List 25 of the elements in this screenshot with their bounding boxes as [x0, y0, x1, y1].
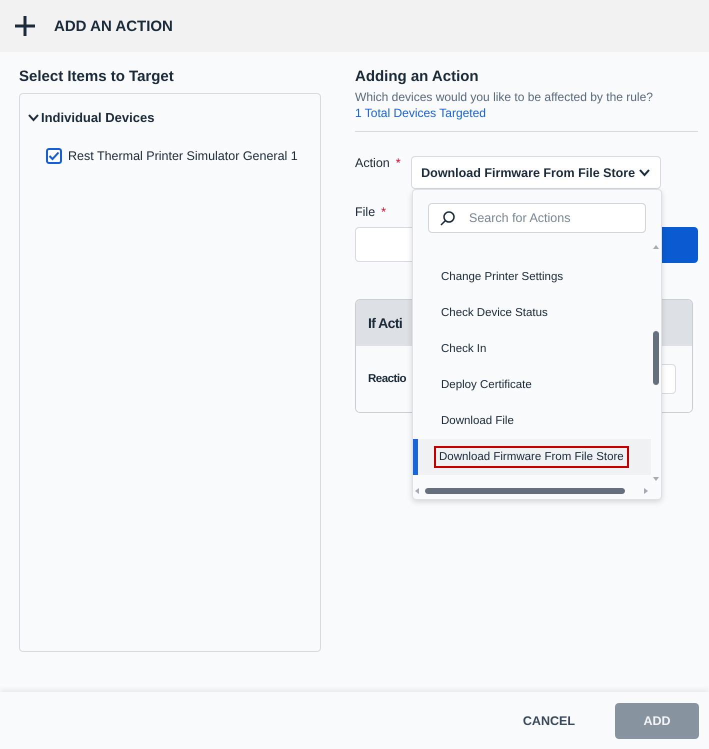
section-subtitle: Which devices would you like to be affected by the rule?	[355, 90, 654, 104]
search-icon	[440, 211, 455, 226]
checkbox[interactable]	[46, 148, 62, 164]
section-title: Adding an Action	[355, 68, 480, 85]
search-field[interactable]: Search for Actions	[428, 203, 646, 233]
field-label: File *	[355, 205, 386, 219]
dropdown-option[interactable]: Check Device Status	[413, 295, 651, 331]
panel-title: Select Items to Target	[19, 68, 175, 85]
chevron-down-icon	[28, 112, 39, 123]
dropdown-option[interactable]: Download Firmware From File Store	[413, 439, 651, 475]
dropdown-option[interactable]: Check In	[413, 331, 651, 367]
plus-icon	[14, 15, 36, 37]
cancel-button[interactable]: CANCEL	[516, 712, 581, 728]
dropdown-option[interactable]: Change Printer Settings	[413, 259, 651, 295]
dropdown-option[interactable]: Deploy Certificate	[413, 367, 651, 403]
dropdown-option[interactable]: Download File	[413, 403, 651, 439]
field-label: Reactio	[368, 373, 406, 385]
dialog-title: ADD AN ACTION	[54, 18, 173, 34]
tree-group-toggle[interactable]: Individual Devices	[28, 110, 154, 125]
card-title: If Acti	[368, 315, 402, 331]
devices-link[interactable]: 1 Total Devices Targeted	[355, 106, 486, 120]
device-label: Rest Thermal Printer Simulator General 1	[68, 149, 298, 163]
action-select[interactable]: Download Firmware From File Store	[410, 156, 661, 189]
field-label: Action *	[355, 156, 401, 170]
chevron-down-icon	[639, 167, 650, 178]
